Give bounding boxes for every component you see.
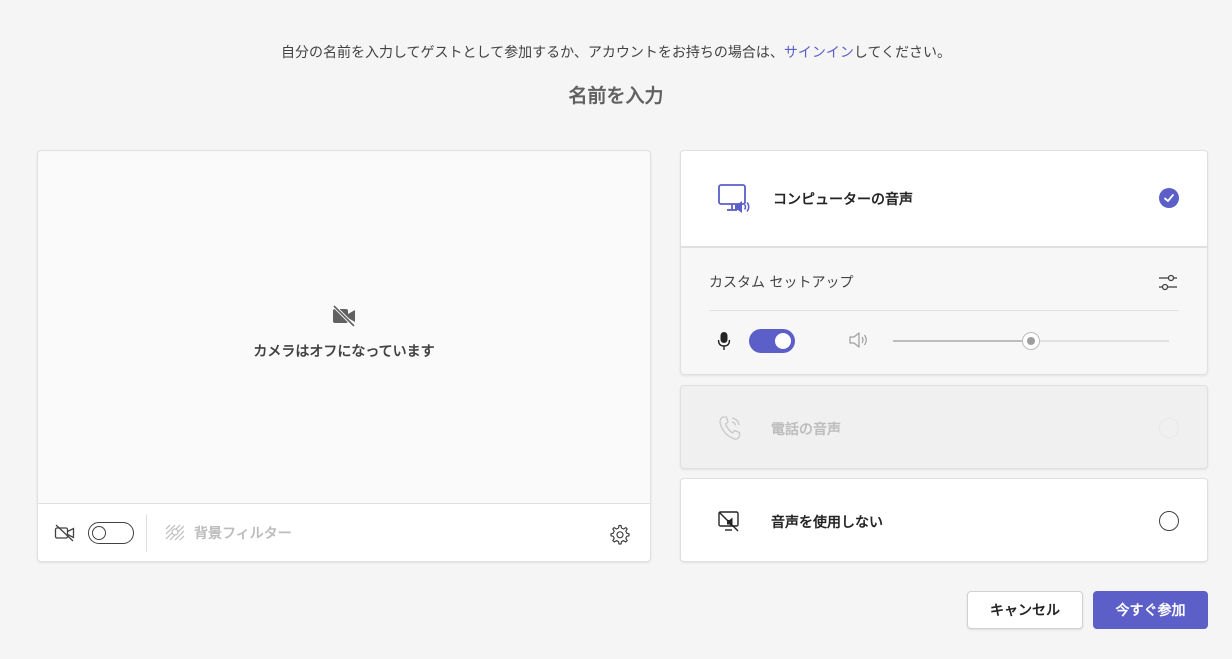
- phone-icon: [719, 416, 741, 440]
- name-input[interactable]: [416, 80, 816, 112]
- volume-thumb[interactable]: [1022, 332, 1040, 350]
- checkmark-icon: [1164, 194, 1174, 202]
- background-filter-label: 背景フィルター: [194, 526, 292, 542]
- camera-off-message: カメラはオフになっています: [253, 344, 435, 360]
- phone-audio-label: 電話の音声: [771, 422, 841, 438]
- computer-audio-option[interactable]: コンピューターの音声: [681, 151, 1207, 246]
- microphone-icon: [717, 332, 731, 350]
- camera-toolbar: 背景フィルター: [38, 503, 650, 561]
- selected-indicator: [1159, 188, 1179, 208]
- sliders-icon[interactable]: [1157, 272, 1179, 294]
- intro-text: 自分の名前を入力してゲストとして参加するか、アカウントをお持ちの場合は、サインイ…: [0, 42, 1232, 62]
- speaker-off-icon: [718, 511, 739, 532]
- video-off-icon: [332, 304, 356, 328]
- signin-link[interactable]: サインイン: [784, 45, 854, 61]
- computer-speaker-icon: [718, 184, 750, 213]
- join-now-button[interactable]: 今すぐ参加: [1093, 591, 1208, 629]
- no-audio-label: 音声を使用しない: [771, 515, 883, 531]
- gear-icon[interactable]: [608, 523, 630, 545]
- video-off-icon: [54, 524, 75, 542]
- camera-toggle[interactable]: [88, 522, 134, 544]
- no-audio-radio[interactable]: [1159, 511, 1179, 531]
- volume-fill: [893, 340, 1031, 342]
- speaker-icon: [849, 332, 867, 348]
- camera-preview-panel: カメラはオフになっています 背景フィルター: [37, 150, 651, 562]
- toggle-knob: [775, 333, 791, 349]
- volume-slider[interactable]: [893, 332, 1169, 350]
- no-audio-option[interactable]: 音声を使用しない: [680, 478, 1208, 562]
- phone-audio-option: 電話の音声: [680, 385, 1208, 469]
- cancel-button[interactable]: キャンセル: [967, 591, 1083, 629]
- custom-setup-panel: カスタム セットアップ: [681, 246, 1207, 374]
- computer-audio-card: コンピューターの音声 カスタム セットアップ: [680, 150, 1208, 375]
- background-effects-icon: [165, 524, 185, 541]
- intro-text-before: 自分の名前を入力してゲストとして参加するか、アカウントをお持ちの場合は、: [280, 45, 784, 61]
- background-filter-button[interactable]: 背景フィルター: [164, 522, 292, 544]
- toggle-knob: [92, 526, 106, 540]
- custom-setup-label: カスタム セットアップ: [709, 275, 854, 291]
- divider: [709, 310, 1179, 311]
- microphone-toggle[interactable]: [749, 329, 795, 353]
- intro-text-after: してください。: [853, 45, 952, 61]
- phone-audio-radio: [1159, 418, 1179, 438]
- computer-audio-label: コンピューターの音声: [773, 192, 913, 208]
- toolbar-divider: [146, 514, 147, 552]
- camera-preview: カメラはオフになっています: [38, 151, 650, 503]
